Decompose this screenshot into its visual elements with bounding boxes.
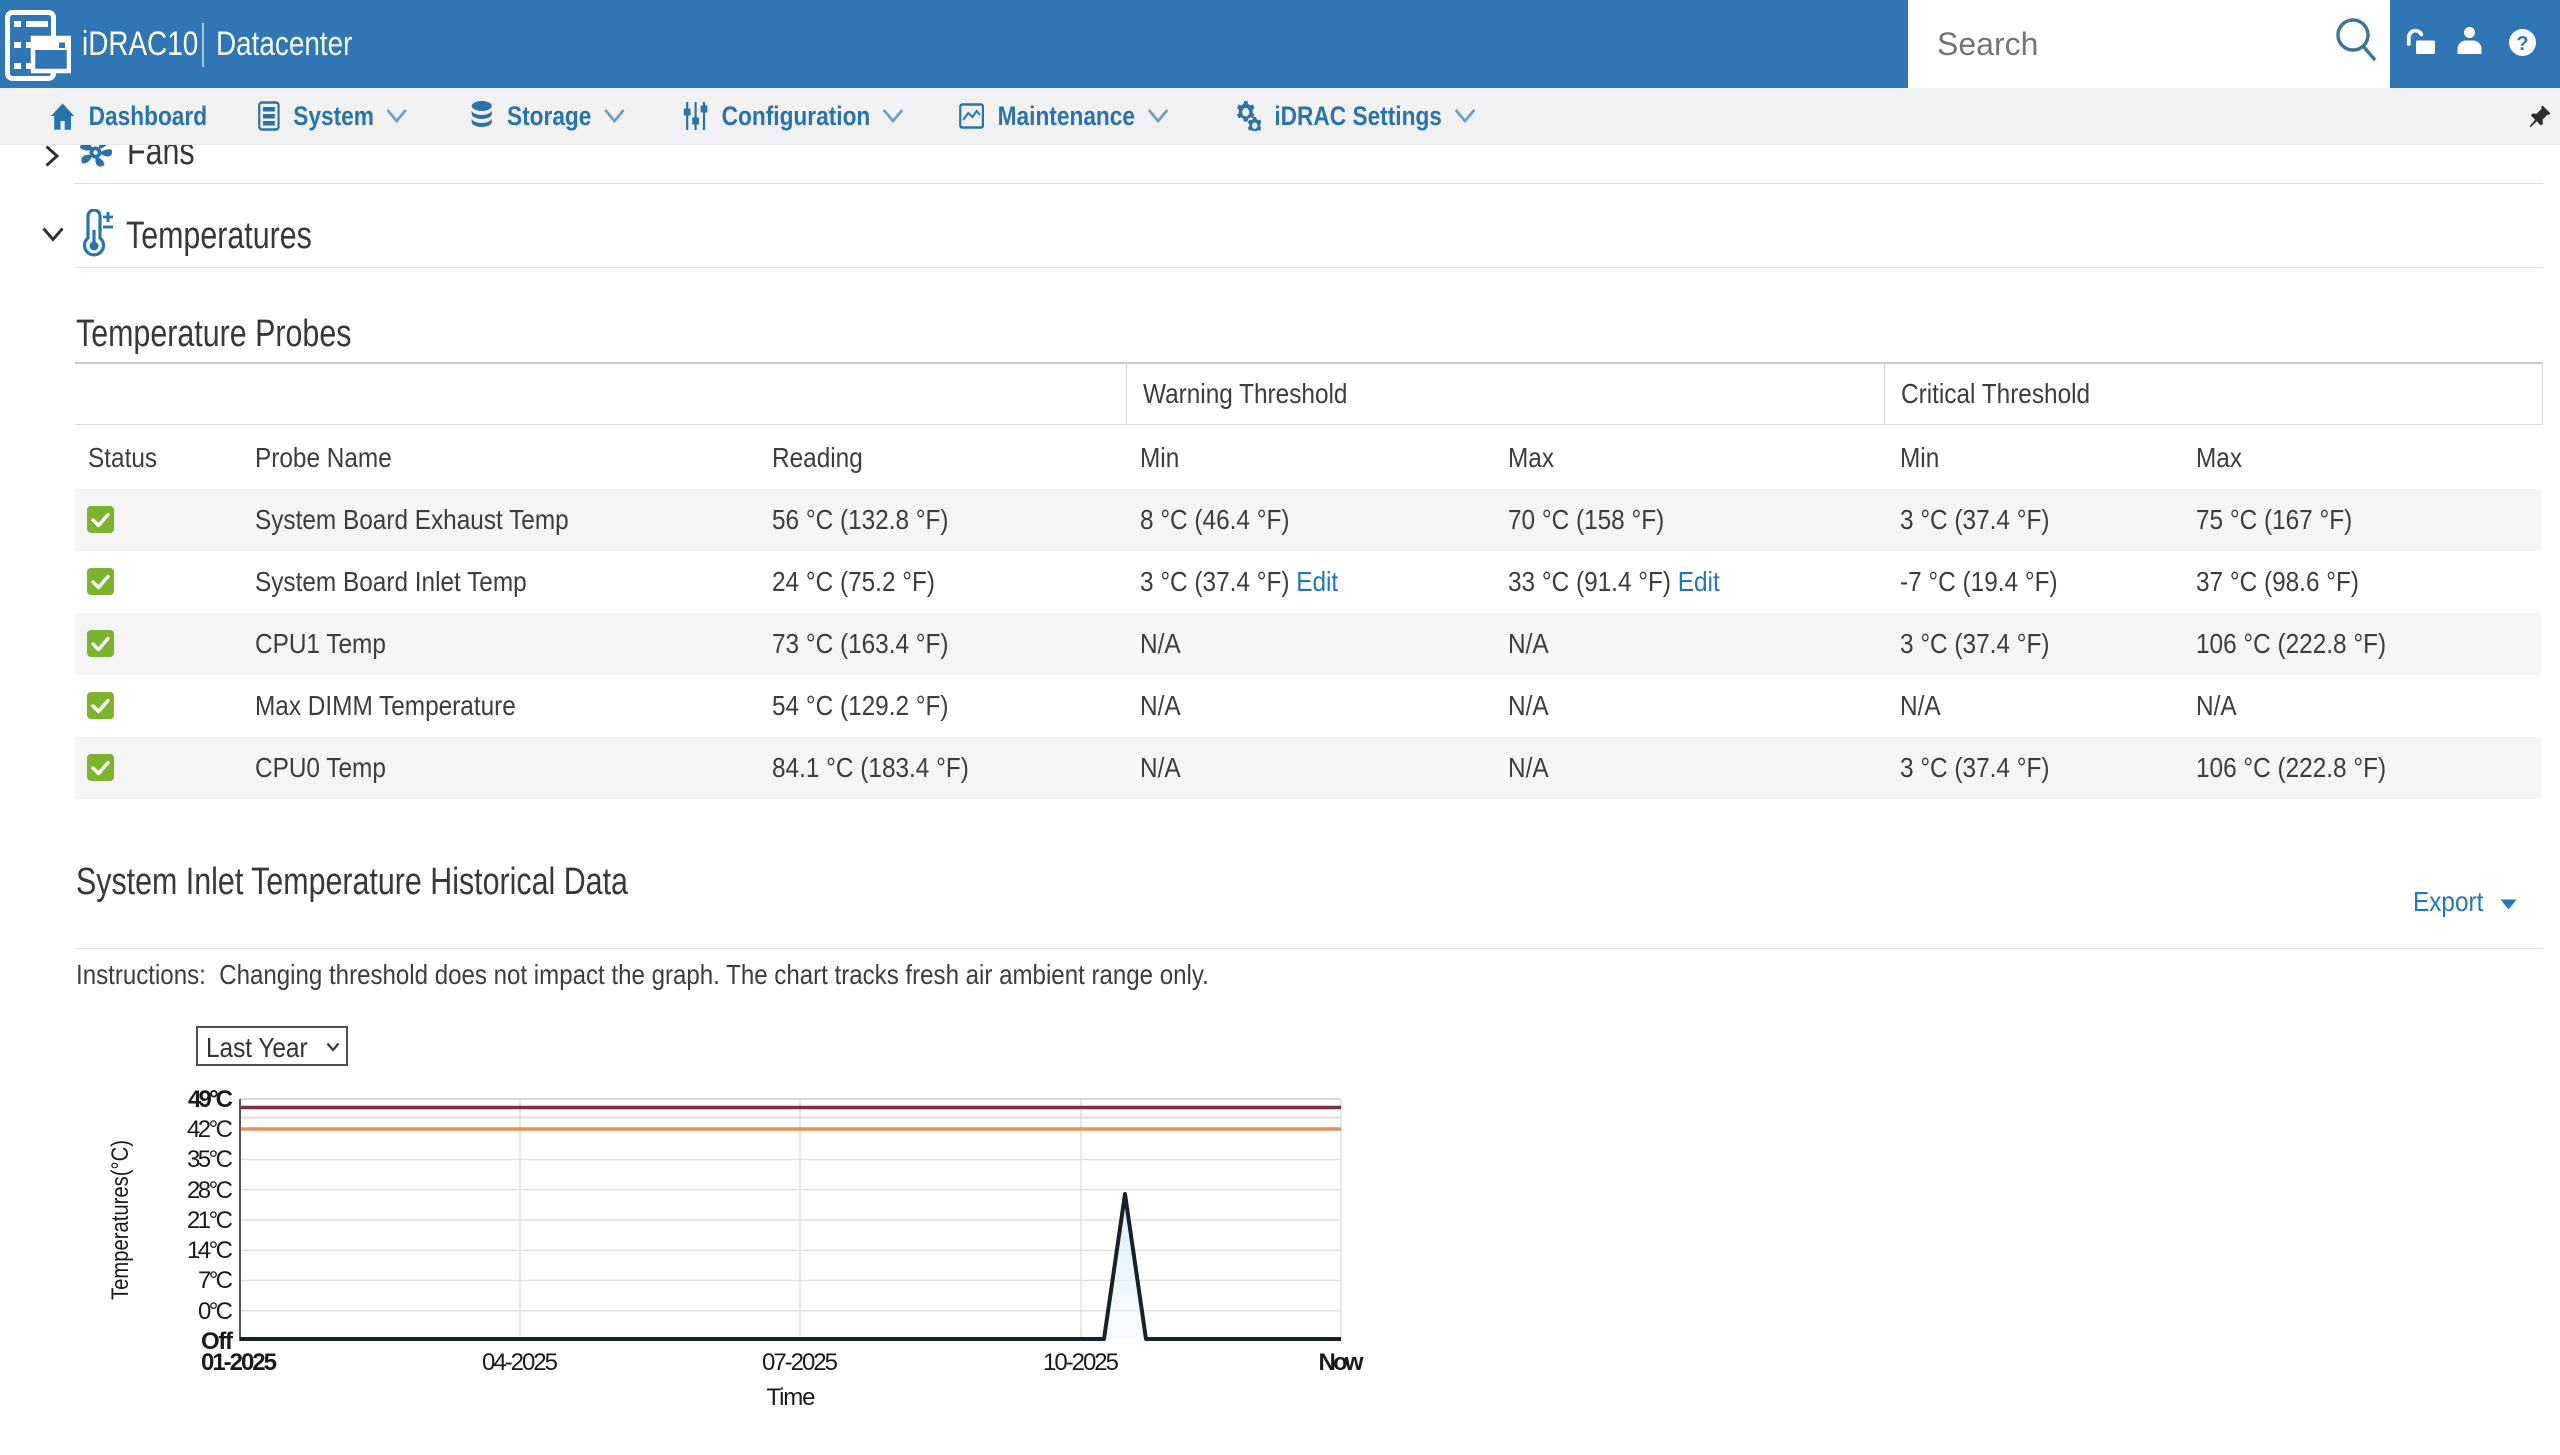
svg-text:01-2025: 01-2025 (201, 1349, 277, 1376)
svg-text:04-2025: 04-2025 (482, 1349, 558, 1376)
svg-text:Now: Now (1319, 1349, 1364, 1376)
svg-text:07-2025: 07-2025 (762, 1349, 838, 1376)
svg-text:7°C: 7°C (198, 1267, 233, 1294)
svg-text:14°C: 14°C (187, 1237, 233, 1264)
svg-text:?: ? (2516, 33, 2528, 55)
svg-text:21°C: 21°C (187, 1207, 233, 1234)
svg-text:49°C: 49°C (188, 1086, 233, 1113)
svg-text:10-2025: 10-2025 (1043, 1349, 1119, 1376)
svg-text:35°C: 35°C (187, 1146, 233, 1173)
svg-text:Temperatures(°C): Temperatures(°C) (107, 1140, 134, 1300)
svg-text:28°C: 28°C (187, 1177, 233, 1204)
svg-text:0°C: 0°C (198, 1298, 233, 1325)
svg-text:42°C: 42°C (187, 1116, 233, 1143)
svg-text:Time: Time (767, 1384, 816, 1411)
